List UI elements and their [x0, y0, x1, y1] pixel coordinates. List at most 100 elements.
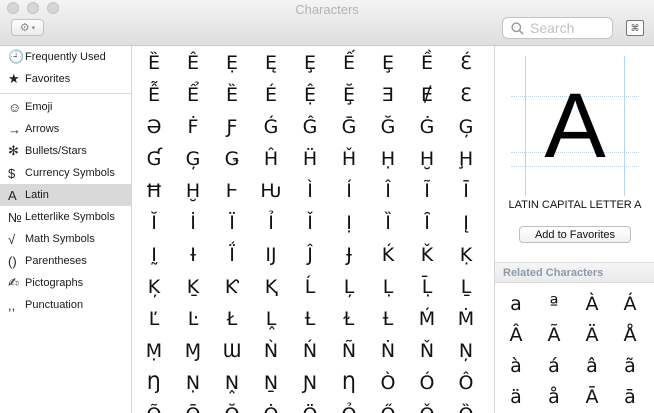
character-cell[interactable]: Ṅ [368, 336, 408, 366]
character-cell[interactable]: Ể [173, 80, 213, 110]
character-cell[interactable]: Ĵ [290, 240, 330, 270]
character-cell[interactable]: Ò [368, 368, 408, 398]
character-cell[interactable]: Ģ [173, 144, 213, 174]
character-cell[interactable]: Ṋ [212, 368, 252, 398]
character-cell[interactable]: Ö [290, 400, 330, 413]
character-cell[interactable]: Ḫ [173, 176, 213, 206]
related-character-cell[interactable]: ā [611, 382, 649, 412]
character-cell[interactable]: Ĩ [407, 176, 447, 206]
character-cell[interactable]: É [251, 80, 291, 110]
add-to-favorites-button[interactable]: Add to Favorites [519, 226, 631, 243]
character-cell[interactable]: Ḽ [251, 304, 291, 334]
character-cell[interactable]: Ħ [134, 176, 174, 206]
character-cell[interactable]: Ģ [446, 112, 486, 142]
character-cell[interactable]: Ġ [407, 112, 447, 142]
character-cell[interactable]: Ỉ [251, 208, 291, 238]
character-cell[interactable]: Ỏ [329, 400, 369, 413]
character-cell[interactable]: Ĭ [134, 208, 174, 238]
related-character-cell[interactable]: Å [611, 320, 649, 350]
sidebar-item-arrows[interactable]: → Arrows [0, 118, 131, 140]
character-cell[interactable]: Ī [446, 176, 486, 206]
character-cell[interactable]: Ľ [134, 304, 174, 334]
view-toggle-button[interactable]: ⌘ [626, 20, 644, 36]
character-cell[interactable]: Ő [368, 400, 408, 413]
character-cell[interactable]: Ễ [134, 80, 174, 110]
sidebar-item-currency-symbols[interactable]: $ Currency Symbols [0, 162, 131, 184]
character-cell[interactable]: Ḿ [407, 304, 447, 334]
character-cell[interactable]: Ɫ [329, 304, 369, 334]
character-cell[interactable]: Ñ [329, 336, 369, 366]
character-cell[interactable]: Ƙ [212, 272, 252, 302]
sidebar-item-pictographs[interactable]: ✍ Pictographs [0, 272, 131, 294]
character-cell[interactable]: Ƒ [212, 112, 252, 142]
character-cell[interactable]: Ǹ [251, 336, 291, 366]
character-cell[interactable]: Ệ [290, 80, 330, 110]
character-cell[interactable]: Ǵ [251, 112, 291, 142]
character-cell[interactable]: Ƚ [368, 304, 408, 334]
sidebar-item-frequently-used[interactable]: 🕘 Frequently Used [0, 46, 131, 68]
character-cell[interactable]: Ɇ [407, 80, 447, 110]
related-character-cell[interactable]: Ä [573, 320, 611, 350]
character-cell[interactable]: Ṃ [134, 336, 174, 366]
character-cell[interactable]: Ɛ [446, 80, 486, 110]
character-cell[interactable]: Ó [407, 368, 447, 398]
character-cell[interactable]: Į [446, 208, 486, 238]
character-cell[interactable]: Ł [212, 304, 252, 334]
character-cell[interactable]: Ȩ [368, 48, 408, 78]
character-cell[interactable]: Ḵ [173, 272, 213, 302]
character-cell[interactable]: Ȉ [368, 208, 408, 238]
character-cell[interactable]: Ę [251, 48, 291, 78]
character-cell[interactable]: Ķ [134, 272, 174, 302]
character-cell[interactable]: Ḻ [446, 272, 486, 302]
character-cell[interactable]: Ƞ [329, 368, 369, 398]
related-character-cell[interactable]: a [497, 289, 535, 319]
character-cell[interactable]: Ĝ [290, 112, 330, 142]
related-character-cell[interactable]: Ã [535, 320, 573, 350]
character-cell[interactable]: Ɯ [212, 336, 252, 366]
character-cell[interactable]: Ṉ [251, 368, 291, 398]
character-cell[interactable]: Ḷ [368, 272, 408, 302]
character-cell[interactable]: Ǥ [212, 144, 252, 174]
character-cell[interactable]: Ƚ [290, 304, 330, 334]
character-cell[interactable]: Ì [290, 176, 330, 206]
sidebar-item-math-symbols[interactable]: √ Math Symbols [0, 228, 131, 250]
character-cell[interactable]: Ɠ [134, 144, 174, 174]
character-cell[interactable]: Ȟ [329, 144, 369, 174]
related-character-cell[interactable]: ª [535, 289, 573, 319]
character-cell[interactable]: Ĥ [251, 144, 291, 174]
related-character-cell[interactable]: Â [497, 320, 535, 350]
character-cell[interactable]: Ḫ [407, 144, 447, 174]
character-cell[interactable]: Ṁ [446, 304, 486, 334]
character-cell[interactable]: Ḥ [368, 144, 408, 174]
character-cell[interactable]: Ẹ [212, 48, 252, 78]
character-cell[interactable]: Î [368, 176, 408, 206]
character-cell[interactable]: Ŏ [212, 400, 252, 413]
character-cell[interactable]: Ǒ [407, 400, 447, 413]
related-character-cell[interactable]: À [573, 289, 611, 319]
character-cell[interactable]: Í [329, 176, 369, 206]
character-cell[interactable]: Ō [173, 400, 213, 413]
character-cell[interactable]: Ḟ [173, 112, 213, 142]
character-cell[interactable]: Ȯ [251, 400, 291, 413]
character-cell[interactable]: Ḱ [368, 240, 408, 270]
character-cell[interactable]: Ǝ [368, 80, 408, 110]
character-cell[interactable]: Ŋ [134, 368, 174, 398]
character-cell[interactable]: Ḳ [446, 240, 486, 270]
character-cell[interactable]: Ń [290, 336, 330, 366]
character-cell[interactable]: Ȅ [212, 80, 252, 110]
character-cell[interactable]: Ȅ [134, 48, 174, 78]
sidebar-item-punctuation[interactable]: ,, Punctuation [0, 294, 131, 316]
sidebar-item-latin[interactable]: A Latin [0, 184, 131, 206]
sidebar-item-favorites[interactable]: ★ Favorites [0, 68, 131, 90]
related-character-cell[interactable]: à [497, 351, 535, 381]
character-cell[interactable]: Ǐ [290, 208, 330, 238]
related-character-cell[interactable]: â [573, 351, 611, 381]
related-character-cell[interactable]: å [535, 382, 573, 412]
character-cell[interactable]: Ɨ [173, 240, 213, 270]
character-cell[interactable]: Ɉ [329, 240, 369, 270]
character-cell[interactable]: Ȋ [407, 208, 447, 238]
character-cell[interactable]: Ế [329, 48, 369, 78]
character-cell[interactable]: Ị [329, 208, 369, 238]
character-cell[interactable]: Ḯ [212, 240, 252, 270]
sidebar-item-parentheses[interactable]: () Parentheses [0, 250, 131, 272]
